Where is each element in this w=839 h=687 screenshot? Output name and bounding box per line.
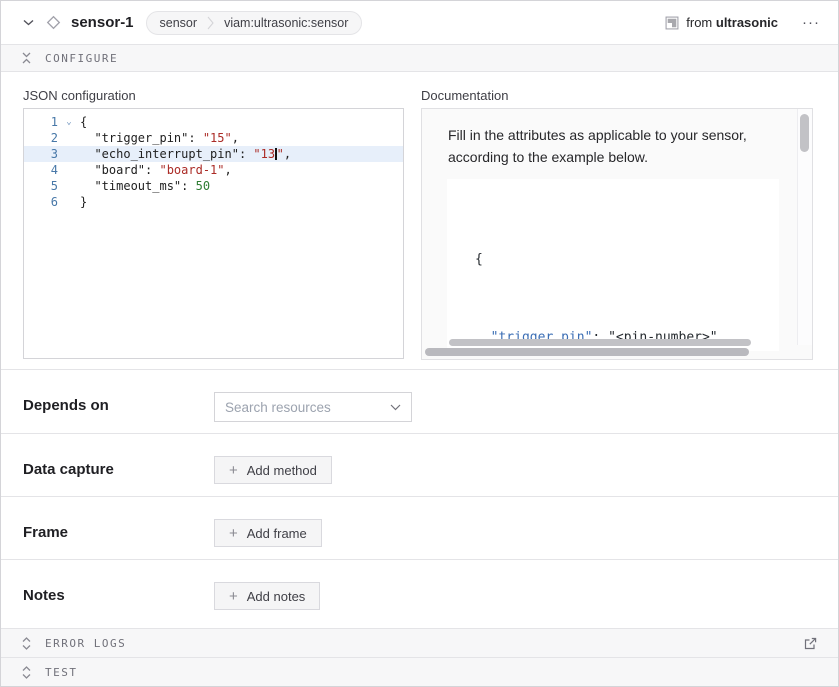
plus-icon: + xyxy=(229,463,238,478)
code-horizontal-scrollbar[interactable] xyxy=(449,339,751,346)
notes-section: Notes + Add notes xyxy=(1,559,838,628)
line-number: 3 xyxy=(24,146,58,162)
editor-line: 1⌄{ xyxy=(24,114,403,130)
unfold-icon xyxy=(21,637,32,650)
line-number: 6 xyxy=(24,194,58,210)
line-number: 2 xyxy=(24,130,58,146)
add-notes-button[interactable]: + Add notes xyxy=(214,582,320,610)
unfold-icon xyxy=(21,666,32,679)
more-menu-icon[interactable]: ··· xyxy=(800,16,822,30)
frame-label: Frame xyxy=(23,519,214,541)
error-logs-section-bar[interactable]: ERROR LOGS xyxy=(1,628,838,657)
line-number: 5 xyxy=(24,178,58,194)
model-label: viam:ultrasonic:sensor xyxy=(224,16,348,30)
documentation-label: Documentation xyxy=(421,88,813,103)
editor-line: 5 "timeout_ms": 50 xyxy=(24,178,403,194)
frame-section: Frame + Add frame xyxy=(1,496,838,559)
depends-on-label: Depends on xyxy=(23,392,214,414)
depends-on-section: Depends on xyxy=(1,369,838,433)
chevron-down-icon[interactable] xyxy=(390,404,401,411)
component-name: sensor-1 xyxy=(71,14,134,31)
documentation-panel: Fill in the attributes as applicable to … xyxy=(421,108,813,360)
data-capture-label: Data capture xyxy=(23,456,214,478)
configure-label: CONFIGURE xyxy=(45,52,118,65)
documentation-code-example: { "trigger_pin": "<pin-number>", "echo_i… xyxy=(447,179,779,351)
plus-icon: + xyxy=(229,589,238,604)
plus-icon: + xyxy=(229,526,238,541)
from-module-label: from ultrasonic xyxy=(686,15,778,30)
doc-vertical-scrollbar[interactable] xyxy=(800,114,809,152)
module-source: from ultrasonic xyxy=(665,15,778,30)
breadcrumb-chevron-icon xyxy=(207,16,214,30)
notes-label: Notes xyxy=(23,582,214,604)
collapse-chevron-icon[interactable] xyxy=(19,14,37,32)
collapse-vertical-icon xyxy=(21,52,32,64)
add-frame-button[interactable]: + Add frame xyxy=(214,519,322,547)
configure-content: JSON configuration 1⌄{ 2 "trigger_pin": … xyxy=(1,72,838,369)
add-method-button[interactable]: + Add method xyxy=(214,456,332,484)
editor-line: 6} xyxy=(24,194,403,210)
line-number: 1 xyxy=(24,114,58,130)
component-header: sensor-1 sensor viam:ultrasonic:sensor f… xyxy=(1,1,838,45)
search-resources-input[interactable] xyxy=(225,400,384,415)
fold-arrow-icon[interactable]: ⌄ xyxy=(58,114,80,130)
json-config-label: JSON configuration xyxy=(23,88,404,103)
component-card: sensor-1 sensor viam:ultrasonic:sensor f… xyxy=(0,0,839,687)
doc-horizontal-scrollbar[interactable] xyxy=(425,348,749,356)
test-label: TEST xyxy=(45,666,78,679)
data-capture-section: Data capture + Add method xyxy=(1,433,838,496)
test-section-bar[interactable]: TEST xyxy=(1,657,838,686)
configure-section-bar[interactable]: CONFIGURE xyxy=(1,45,838,72)
error-logs-label: ERROR LOGS xyxy=(45,637,126,650)
editor-line: 4 "board": "board-1", xyxy=(24,162,403,178)
component-type-badge: sensor viam:ultrasonic:sensor xyxy=(146,11,363,35)
line-number: 4 xyxy=(24,162,58,178)
sensor-component-icon xyxy=(43,13,63,33)
depends-on-select[interactable] xyxy=(214,392,412,422)
json-config-editor[interactable]: 1⌄{ 2 "trigger_pin": "15", 3 "echo_inter… xyxy=(23,108,404,359)
module-icon xyxy=(665,16,679,30)
documentation-description: Fill in the attributes as applicable to … xyxy=(422,109,804,168)
editor-line: 2 "trigger_pin": "15", xyxy=(24,130,403,146)
open-external-icon[interactable] xyxy=(803,636,818,651)
type-label: sensor xyxy=(160,16,198,30)
editor-active-line: 3 "echo_interrupt_pin": "13", xyxy=(24,146,403,162)
